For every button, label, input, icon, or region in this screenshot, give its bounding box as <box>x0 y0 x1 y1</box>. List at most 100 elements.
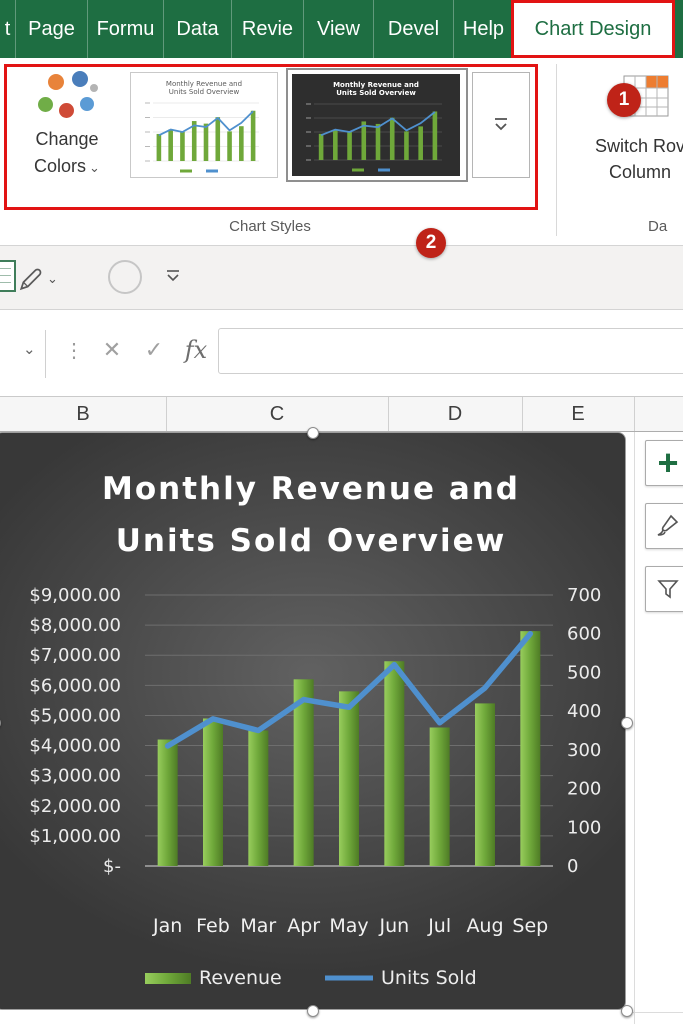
column-header-b[interactable]: B <box>0 397 166 431</box>
ribbon-group-separator <box>556 64 557 236</box>
switch-row-column-label-line1: Switch Rov <box>594 136 683 156</box>
chart-style-thumbnail-light[interactable]: Monthly Revenue and Units Sold Overview <box>130 72 278 178</box>
quick-access-toolbar: ⌄ <box>0 246 683 310</box>
svg-text:Jun: Jun <box>378 915 409 937</box>
chart[interactable]: $9,000.00 $8,000.00 $7,000.00 $6,000.00 $5,0… <box>0 427 633 1017</box>
column-header-d[interactable]: D <box>388 397 522 431</box>
svg-text:200: 200 <box>567 779 601 800</box>
formula-input[interactable] <box>218 328 683 374</box>
chevron-down-icon: ⌄ <box>47 271 58 286</box>
column-separator <box>388 397 389 431</box>
column-header-c[interactable]: C <box>166 397 388 431</box>
svg-text:500: 500 <box>567 662 601 683</box>
gallery-more-icon <box>495 118 507 131</box>
formula-bar-row: ⌄ ⋮ ✕ ✓ fx <box>0 310 683 396</box>
change-colors-label-line1: Change <box>35 129 99 149</box>
svg-text:Units Sold: Units Sold <box>381 967 477 989</box>
data-group-label: Da <box>648 218 668 235</box>
switch-row-column-label-line2: Column <box>608 162 672 182</box>
enter-button[interactable]: ✓ <box>138 334 170 366</box>
svg-text:Units Sold Overview: Units Sold Overview <box>116 523 507 559</box>
svg-text:$6,000.00: $6,000.00 <box>29 675 121 696</box>
tab-formulas[interactable]: Formu <box>88 0 164 58</box>
annotation-badge-1: 1 <box>607 83 641 117</box>
tab-page-layout[interactable]: Page <box>16 0 88 58</box>
svg-text:700: 700 <box>567 585 601 606</box>
gridline-vertical <box>634 432 635 1024</box>
funnel-icon <box>657 580 679 599</box>
ribbon-tab-bar: t Page Formu Data Revie View Devel Help … <box>0 0 683 58</box>
edit-pencil-button[interactable]: ⌄ <box>18 260 72 298</box>
svg-text:$8,000.00: $8,000.00 <box>29 615 121 636</box>
chart-canvas: $9,000.00 $8,000.00 $7,000.00 $6,000.00 $5,0… <box>29 471 601 989</box>
svg-text:Feb: Feb <box>196 915 230 937</box>
tab-review[interactable]: Revie <box>232 0 304 58</box>
svg-text:Mar: Mar <box>240 915 276 937</box>
customize-toolbar-button[interactable] <box>164 268 188 290</box>
svg-text:Units Sold Overview: Units Sold Overview <box>169 88 240 96</box>
resize-handle-bottom[interactable] <box>307 1005 319 1017</box>
column-header-e[interactable]: E <box>522 397 634 431</box>
svg-text:Monthly Revenue and: Monthly Revenue and <box>102 471 520 507</box>
svg-text:$7,000.00: $7,000.00 <box>29 645 121 666</box>
svg-text:$-: $- <box>103 856 121 877</box>
chart-style-thumbnail-dark-selected[interactable]: Monthly Revenue and Units Sold Overview <box>286 68 468 182</box>
svg-text:$5,000.00: $5,000.00 <box>29 705 121 726</box>
column-separator <box>522 397 523 431</box>
chevron-down-icon: ⌄ <box>23 341 36 358</box>
disabled-circle-icon <box>108 260 142 294</box>
svg-text:Revenue: Revenue <box>199 967 282 989</box>
document-icon <box>0 260 16 292</box>
pencil-icon <box>19 268 42 291</box>
svg-text:600: 600 <box>567 624 601 645</box>
resize-handle-top[interactable] <box>307 427 319 439</box>
svg-text:Monthly Revenue and: Monthly Revenue and <box>333 81 419 89</box>
change-colors-label-line2: Colors ⌄ <box>34 156 100 176</box>
svg-text:0: 0 <box>567 856 578 877</box>
chart-filters-button[interactable] <box>645 566 683 612</box>
chart-styles-group-label: Chart Styles <box>229 218 311 235</box>
svg-text:Jan: Jan <box>152 915 182 937</box>
gridline-horizontal <box>626 1012 683 1013</box>
svg-text:400: 400 <box>567 701 601 722</box>
chart-styles-gallery-more-button[interactable] <box>472 72 530 178</box>
paintbrush-icon <box>657 514 679 536</box>
svg-text:Sep: Sep <box>512 915 548 937</box>
svg-text:Units Sold Overview: Units Sold Overview <box>336 89 416 97</box>
formula-bar-drag-dots[interactable]: ⋮ <box>64 338 84 363</box>
svg-text:Jul: Jul <box>427 915 451 937</box>
chevron-down-icon: ⌄ <box>89 160 100 175</box>
chart-elements-button[interactable]: + <box>645 440 683 486</box>
resize-handle-right[interactable] <box>621 717 633 729</box>
column-header-row: B C D E <box>0 396 683 432</box>
svg-text:$9,000.00: $9,000.00 <box>29 585 121 606</box>
tab-view[interactable]: View <box>304 0 374 58</box>
ribbon-content: Change Colors ⌄ Monthly Revenue and Units … <box>0 58 683 258</box>
tab-help[interactable]: Help <box>454 0 514 58</box>
svg-text:300: 300 <box>567 740 601 761</box>
svg-text:100: 100 <box>567 817 601 838</box>
chart-styles-button[interactable] <box>645 503 683 549</box>
change-colors-button[interactable]: Change Colors ⌄ <box>12 68 122 206</box>
svg-text:Apr: Apr <box>287 915 320 937</box>
column-separator <box>634 397 635 431</box>
toolbar-more-icon <box>167 270 179 282</box>
tab-chart-design[interactable]: Chart Design <box>514 3 672 55</box>
name-box[interactable]: ⌄ <box>0 330 46 378</box>
svg-text:$2,000.00: $2,000.00 <box>29 796 121 817</box>
insert-function-button[interactable]: fx <box>180 334 212 366</box>
svg-text:May: May <box>329 915 368 937</box>
annotation-badge-2: 2 <box>416 228 446 258</box>
svg-text:$1,000.00: $1,000.00 <box>29 826 121 847</box>
svg-text:$3,000.00: $3,000.00 <box>29 766 121 787</box>
svg-text:Monthly Revenue and: Monthly Revenue and <box>166 80 242 88</box>
change-colors-icon <box>32 70 102 122</box>
resize-handle-bottom-right[interactable] <box>621 1005 633 1017</box>
svg-text:$4,000.00: $4,000.00 <box>29 736 121 757</box>
tab-insert-partial[interactable]: t <box>0 0 16 58</box>
svg-text:Aug: Aug <box>466 915 503 937</box>
plus-icon: + <box>657 442 679 483</box>
tab-data[interactable]: Data <box>164 0 232 58</box>
tab-developer[interactable]: Devel <box>374 0 454 58</box>
cancel-button[interactable]: ✕ <box>96 334 128 366</box>
